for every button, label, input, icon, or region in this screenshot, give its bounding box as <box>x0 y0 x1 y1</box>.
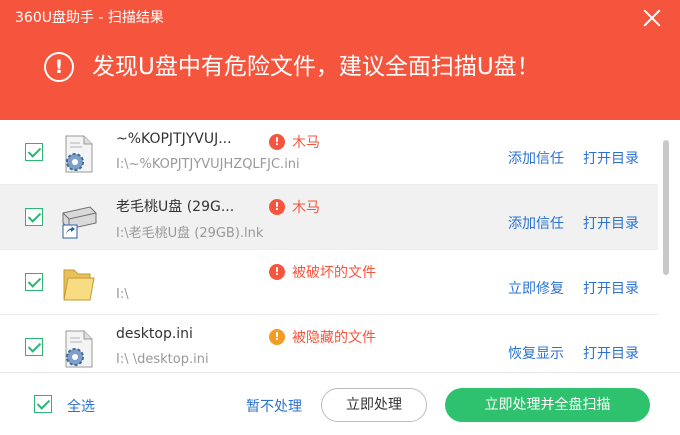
drive-shortcut-icon <box>62 206 97 239</box>
scroll-thumb[interactable] <box>663 140 669 275</box>
list-item: ~%KOPJTJYVUJ... I:\~%KOPJTJYVUJHZQLFJC.i… <box>0 120 658 185</box>
alert-icon: ! <box>269 199 285 215</box>
item-checkbox[interactable] <box>25 273 43 291</box>
list-item: 老毛桃U盘 (29G... I:\老毛桃U盘 (29GB).lnk ! 木马 添… <box>0 185 658 250</box>
select-all-label[interactable]: 全选 <box>67 396 95 416</box>
item-checkbox[interactable] <box>25 143 43 161</box>
close-icon[interactable] <box>640 6 664 30</box>
risk-label: 木马 <box>292 200 320 216</box>
add-trust-link[interactable]: 添加信任 <box>508 148 564 168</box>
skip-link[interactable]: 暂不处理 <box>246 396 302 416</box>
open-folder-link[interactable]: 打开目录 <box>583 278 639 298</box>
header-banner: 360U盘助手 - 扫描结果 ! 发现U盘中有危险文件，建议全面扫描U盘！ <box>0 0 680 120</box>
folder-icon <box>63 269 95 301</box>
item-checkbox[interactable] <box>25 338 43 356</box>
select-all-checkbox[interactable] <box>34 395 52 413</box>
handle-now-button[interactable]: 立即处理 <box>321 388 427 422</box>
list-item: desktop.ini I:\ \desktop.ini ! 被隐藏的文件 恢复… <box>0 315 658 370</box>
list-scrollbar[interactable] <box>660 140 672 365</box>
handle-and-scan-button[interactable]: 立即处理并全盘扫描 <box>445 388 650 422</box>
restore-display-link[interactable]: 恢复显示 <box>508 343 564 363</box>
file-path: I:\ \desktop.ini <box>116 352 209 367</box>
risk-label: 被破坏的文件 <box>292 265 376 281</box>
warning-headline: 发现U盘中有危险文件，建议全面扫描U盘！ <box>92 54 540 80</box>
alert-icon: ! <box>269 329 285 345</box>
add-trust-link[interactable]: 添加信任 <box>508 213 564 233</box>
file-name: 老毛桃U盘 (29G... <box>116 199 235 215</box>
open-folder-link[interactable]: 打开目录 <box>583 343 639 363</box>
risk-label: 被隐藏的文件 <box>292 330 376 346</box>
footer-bar: 全选 暂不处理 立即处理 立即处理并全盘扫描 <box>0 372 680 435</box>
item-checkbox[interactable] <box>25 208 43 226</box>
window-title: 360U盘助手 - 扫描结果 <box>15 10 164 26</box>
settings-file-icon <box>65 135 93 173</box>
risk-label: 木马 <box>292 135 320 151</box>
file-name: ~%KOPJTJYVUJ... <box>116 131 232 147</box>
file-list: ~%KOPJTJYVUJ... I:\~%KOPJTJYVUJHZQLFJC.i… <box>0 120 658 370</box>
file-path: I:\老毛桃U盘 (29GB).lnk <box>116 226 264 241</box>
repair-link[interactable]: 立即修复 <box>508 278 564 298</box>
open-folder-link[interactable]: 打开目录 <box>583 148 639 168</box>
file-name: desktop.ini <box>116 326 193 342</box>
file-path: I:\~%KOPJTJYVUJHZQLFJC.ini <box>116 157 300 172</box>
file-path: I:\ <box>116 287 129 302</box>
warning-icon: ! <box>44 52 74 82</box>
alert-icon: ! <box>269 264 285 280</box>
settings-file-icon <box>65 330 93 368</box>
open-folder-link[interactable]: 打开目录 <box>583 213 639 233</box>
alert-icon: ! <box>269 134 285 150</box>
list-item: I:\ ! 被破坏的文件 立即修复 打开目录 <box>0 250 658 315</box>
